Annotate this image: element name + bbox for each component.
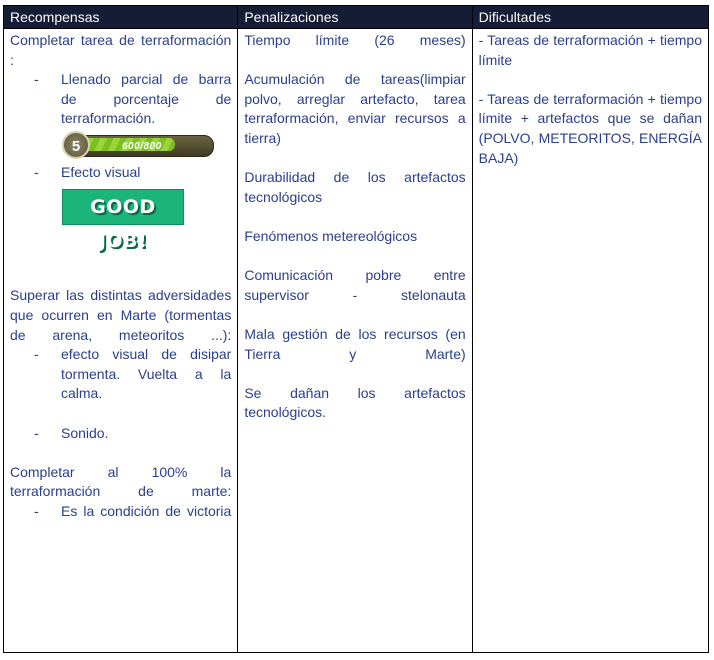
reward-bullet-4-text: Sonido. (61, 424, 109, 441)
content-row: Completar tarea de terraformación : - Ll… (2, 28, 710, 653)
difficulty-item: - Tareas de terraformación + tiempo lími… (478, 32, 702, 68)
penalty-item: Tiempo límite (26 meses) (244, 32, 466, 48)
reward-bullet-5: - Es la condición de victoria (10, 502, 231, 522)
bullet-dash: - (34, 346, 39, 363)
penalty-item: Durabilidad de los artefactos tecnológic… (244, 169, 466, 205)
reward-bullet-5-text: Es la condición de victoria (61, 502, 232, 519)
good-job-image: GOOD JOB! (62, 188, 184, 252)
penalties-cell: Tiempo límite (26 meses) Acumulación de … (237, 28, 473, 653)
terraform-progress-bar: 5 600/800 (62, 130, 214, 159)
header-row: Recompensas Penalizaciones Dificultades (2, 5, 710, 29)
penalty-item: Fenómenos metereológicos (244, 227, 418, 244)
reward-bullet-1-text: Llenado parcial de barra de porcentaje d… (61, 71, 232, 127)
reward-bullet-3: - efecto visual de disipar tormenta. Vue… (10, 345, 231, 404)
progress-value: 600/800 (122, 140, 162, 152)
reward-bullet-4: - Sonido. (10, 424, 231, 444)
header-penalties: Penalizaciones (237, 5, 473, 29)
bullet-dash: - (34, 163, 39, 180)
reward-item-3: Completar al 100% la terraformación de m… (10, 463, 232, 500)
header-rewards: Recompensas (2, 5, 239, 29)
rewards-cell: Completar tarea de terraformación : - Ll… (2, 28, 239, 653)
difficulty-item: - Tareas de terraformación + tiempo lími… (478, 90, 702, 166)
header-difficulties: Dificultades (471, 5, 710, 29)
penalty-item: Se dañan los artefactos tecnológicos. (244, 384, 466, 421)
reward-item-1: Completar tarea de terraformación : (10, 32, 232, 68)
reward-bullet-1: - Llenado parcial de barra de porcentaje… (10, 70, 231, 129)
penalty-item: Mala gestión de los recursos (en Tierra … (244, 325, 466, 362)
reward-bullet-2: - Efecto visual (10, 163, 231, 183)
penalty-item: Acumulación de tareas(limpiar polvo, arr… (244, 71, 466, 146)
bullet-dash: - (34, 71, 39, 88)
reward-bullet-3-text: efecto visual de disipar tormenta. Vuelt… (61, 346, 232, 402)
reward-item-2: Superar las distintas adversidades que o… (10, 287, 232, 343)
penalty-item: Comunicación pobre entre supervisor - st… (244, 267, 466, 303)
bullet-dash: - (34, 424, 39, 441)
reward-bullet-2-text: Efecto visual (61, 163, 141, 180)
difficulties-cell: - Tareas de terraformación + tiempo lími… (471, 28, 710, 653)
design-table: Recompensas Penalizaciones Dificultades … (2, 5, 710, 653)
progress-level-badge: 5 (62, 130, 90, 159)
bullet-dash: - (34, 502, 39, 519)
